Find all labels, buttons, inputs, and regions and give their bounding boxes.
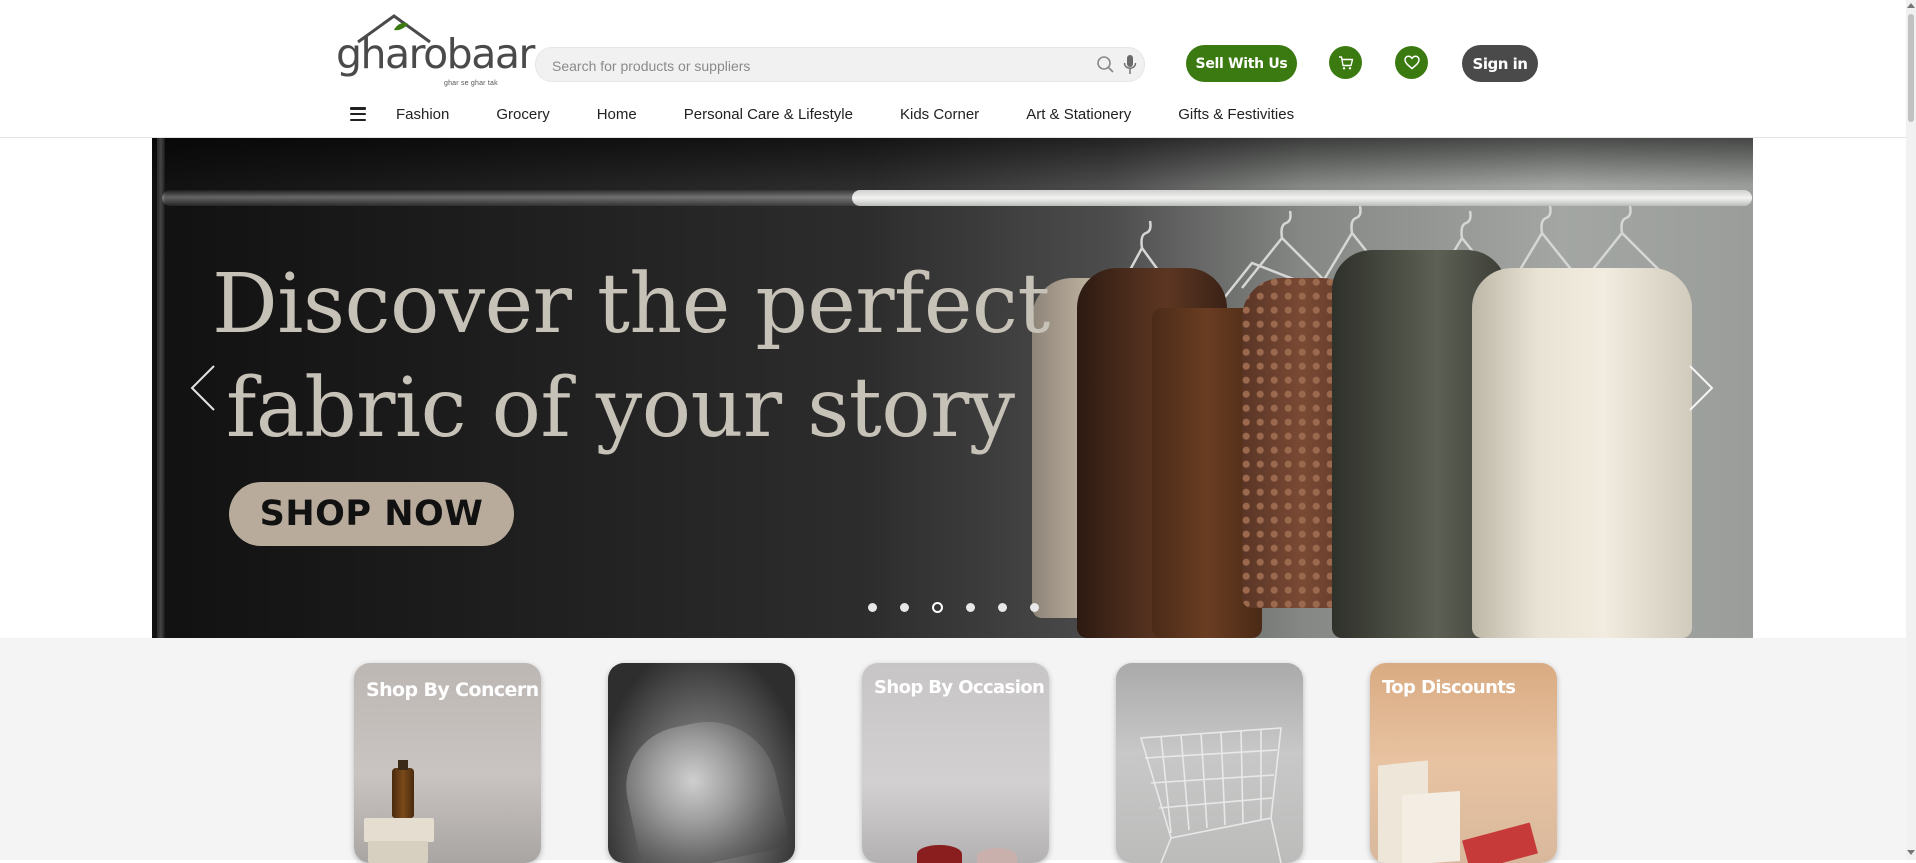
gift-ribbon-image bbox=[917, 845, 962, 863]
slide-dot-2[interactable] bbox=[900, 603, 909, 612]
category-card-handmade[interactable] bbox=[608, 663, 795, 863]
slide-indicators bbox=[868, 602, 1062, 613]
chevron-left-icon[interactable] bbox=[190, 364, 216, 412]
category-label: Top Discounts bbox=[1382, 677, 1516, 698]
nav-item-home[interactable]: Home bbox=[597, 106, 637, 123]
scroll-up-arrow-icon[interactable] bbox=[1907, 3, 1915, 8]
nav-item-art-stationery[interactable]: Art & Stationery bbox=[1026, 106, 1131, 123]
scrollbar-thumb[interactable] bbox=[1908, 14, 1914, 122]
hero-headline-line2: fabric of your story bbox=[226, 361, 1015, 456]
page-scrollbar[interactable] bbox=[1906, 0, 1916, 860]
category-card-shop-by-concern[interactable]: Shop By Concern bbox=[354, 663, 541, 863]
hero-banner[interactable]: Discover the perfect fabric of your stor… bbox=[152, 138, 1753, 638]
category-nav: Fashion Grocery Home Personal Care & Lif… bbox=[350, 103, 1341, 125]
category-card-top-discounts[interactable]: Top Discounts bbox=[1370, 663, 1557, 863]
cart-icon bbox=[1338, 55, 1353, 69]
gift-ribbon-image bbox=[977, 848, 1017, 863]
shopping-cart-image bbox=[1139, 727, 1282, 863]
garment-cream-blouse bbox=[1472, 268, 1692, 638]
category-label: Shop By Concern bbox=[366, 679, 539, 701]
category-card-shop-by-occasion[interactable]: Shop By Occasion bbox=[862, 663, 1049, 863]
search-input[interactable] bbox=[550, 48, 1074, 83]
site-header: gharobaar ghar se ghar tak Sell With Us … bbox=[0, 0, 1906, 138]
nav-item-fashion[interactable]: Fashion bbox=[396, 106, 449, 123]
hamburger-icon[interactable] bbox=[350, 107, 366, 121]
brand-name: gharobaar bbox=[336, 30, 535, 78]
chevron-right-icon[interactable] bbox=[1688, 364, 1714, 412]
shop-now-button[interactable]: SHOP NOW bbox=[229, 482, 514, 546]
sale-tag-image bbox=[1462, 822, 1538, 863]
hero-shade bbox=[152, 138, 1753, 186]
category-card-shopping-cart[interactable] bbox=[1116, 663, 1303, 863]
scroll-down-arrow-icon[interactable] bbox=[1907, 850, 1915, 855]
brand-logo[interactable]: gharobaar ghar se ghar tak bbox=[336, 12, 535, 87]
nav-item-grocery[interactable]: Grocery bbox=[496, 106, 549, 123]
category-label: Shop By Occasion bbox=[874, 677, 1045, 698]
heart-icon bbox=[1403, 55, 1420, 70]
sign-in-button[interactable]: Sign in bbox=[1462, 45, 1538, 82]
slide-dot-1[interactable] bbox=[868, 603, 877, 612]
shopping-bag-image bbox=[1402, 790, 1460, 863]
sell-with-us-button[interactable]: Sell With Us bbox=[1186, 45, 1297, 82]
stone-image bbox=[364, 818, 434, 842]
slide-dot-4[interactable] bbox=[966, 603, 975, 612]
search-icon[interactable] bbox=[1096, 55, 1115, 74]
slide-dot-3-active[interactable] bbox=[932, 602, 943, 613]
bottle-cap-image bbox=[398, 760, 408, 770]
microphone-icon[interactable] bbox=[1123, 54, 1137, 76]
slide-dot-6[interactable] bbox=[1030, 603, 1039, 612]
hero-rail-pole bbox=[157, 138, 165, 638]
nav-item-gifts-festivities[interactable]: Gifts & Festivities bbox=[1178, 106, 1294, 123]
brand-tagline: ghar se ghar tak bbox=[444, 80, 498, 87]
wishlist-button[interactable] bbox=[1395, 46, 1428, 79]
bottle-image bbox=[392, 768, 414, 818]
hero-headline-line1: Discover the perfect bbox=[212, 257, 1050, 352]
clay-hands-image bbox=[615, 708, 791, 863]
hero-headline: Discover the perfect fabric of your stor… bbox=[212, 253, 1050, 461]
slide-dot-5[interactable] bbox=[998, 603, 1007, 612]
search-bar bbox=[535, 47, 1145, 83]
cart-button[interactable] bbox=[1329, 46, 1362, 79]
nav-item-personal-care[interactable]: Personal Care & Lifestyle bbox=[684, 106, 853, 123]
nav-item-kids-corner[interactable]: Kids Corner bbox=[900, 106, 979, 123]
